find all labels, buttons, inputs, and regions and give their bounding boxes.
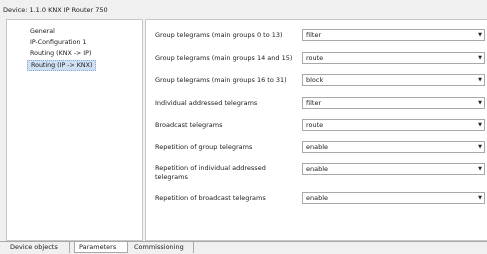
chevron-down-icon[interactable]: ▼	[478, 164, 482, 174]
param-label: Broadcast telegrams	[155, 121, 223, 129]
param-value: route	[306, 54, 324, 62]
param-label: Individual addressed telegrams	[155, 99, 258, 107]
chevron-down-icon[interactable]: ▼	[478, 98, 482, 108]
param-label: Group telegrams (main groups 14 and 15)	[155, 54, 293, 62]
param-select[interactable]: enable ▼	[302, 141, 485, 153]
param-value: route	[306, 121, 324, 129]
param-select[interactable]: enable ▼	[302, 163, 485, 175]
parameter-tree: General IP-Configuration 1 Routing (KNX …	[6, 19, 143, 241]
param-value: block	[306, 76, 324, 84]
param-label: Repetition of group telegrams	[155, 143, 253, 151]
param-select[interactable]: filter ▼	[302, 97, 485, 109]
nav-item-general[interactable]: General	[27, 27, 58, 36]
tab-bar: Device objects Parameters Commissioning	[0, 241, 487, 254]
window-titlebar: Device: 1.1.0 KNX IP Router 750	[0, 0, 487, 17]
param-label: Repetition of individual addressed teleg…	[155, 164, 266, 181]
chevron-down-icon[interactable]: ▼	[478, 120, 482, 130]
param-select[interactable]: block ▼	[302, 74, 485, 86]
param-value: enable	[306, 194, 329, 202]
param-label: Group telegrams (main groups 16 to 31)	[155, 76, 287, 84]
param-value: filter	[306, 99, 322, 107]
parameter-panel: Group telegrams (main groups 0 to 13) fi…	[145, 19, 487, 241]
param-select[interactable]: filter ▼	[302, 29, 485, 41]
chevron-down-icon[interactable]: ▼	[478, 53, 482, 63]
chevron-down-icon[interactable]: ▼	[478, 75, 482, 85]
param-value: enable	[306, 165, 329, 173]
tab-device-objects[interactable]: Device objects	[6, 242, 70, 253]
chevron-down-icon[interactable]: ▼	[478, 193, 482, 203]
param-value: enable	[306, 143, 329, 151]
chevron-down-icon[interactable]: ▼	[478, 142, 482, 152]
chevron-down-icon[interactable]: ▼	[478, 30, 482, 40]
param-value: filter	[306, 31, 322, 39]
nav-item-routing-knx-to-ip[interactable]: Routing (KNX -> IP)	[27, 49, 94, 58]
nav-item-routing-ip-to-knx[interactable]: Routing (IP -> KNX)	[27, 60, 97, 71]
param-select[interactable]: route ▼	[302, 52, 485, 64]
window-title: Device: 1.1.0 KNX IP Router 750	[3, 6, 108, 14]
param-select[interactable]: route ▼	[302, 119, 485, 131]
param-label: Repetition of broadcast telegrams	[155, 194, 266, 202]
nav-item-ip-configuration[interactable]: IP-Configuration 1	[27, 38, 90, 47]
param-label: Group telegrams (main groups 0 to 13)	[155, 31, 283, 39]
param-select[interactable]: enable ▼	[302, 192, 485, 204]
tab-parameters[interactable]: Parameters	[74, 242, 128, 253]
tab-commissioning[interactable]: Commissioning	[130, 242, 194, 253]
